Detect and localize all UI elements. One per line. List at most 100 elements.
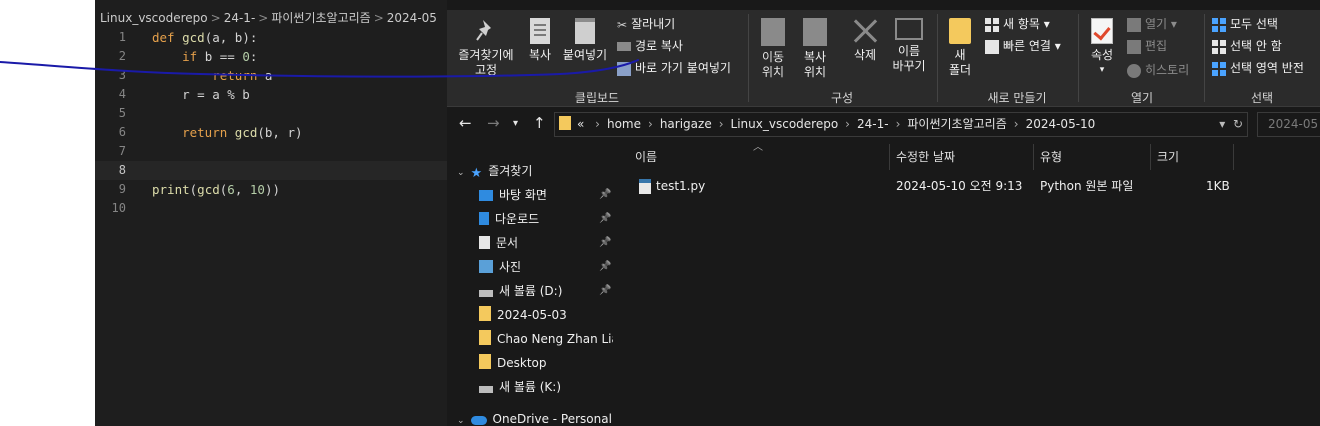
nav-item-label: 다운로드 — [495, 212, 540, 226]
file-size: 1KB — [1206, 179, 1230, 193]
column-header-type[interactable]: 유형 — [1040, 148, 1062, 170]
address-segment[interactable]: 파이썬기초알고리즘 — [907, 117, 1006, 131]
select-all-button[interactable]: 모두 선택 — [1212, 15, 1278, 33]
chevron-right-icon[interactable]: › — [845, 117, 850, 131]
column-divider[interactable] — [889, 144, 890, 170]
nav-item[interactable]: 사진 📌 — [479, 256, 615, 278]
new-folder-label: 새 폴더 — [948, 48, 972, 77]
address-bar[interactable]: « › home › harigaze › Linux_vscoderepo › 24-1- ›… — [554, 112, 1248, 137]
invert-selection-button[interactable]: 선택 영역 반전 — [1212, 59, 1304, 77]
chevron-right-icon[interactable]: › — [719, 117, 724, 131]
nav-item[interactable]: Desktop — [479, 352, 613, 374]
history-button[interactable]: 히스토리 — [1127, 61, 1189, 79]
column-divider[interactable] — [1233, 144, 1234, 170]
paste-button[interactable]: 붙여넣기 — [559, 18, 611, 63]
breadcrumb-item[interactable]: 24-1- — [224, 11, 256, 25]
breadcrumb-item[interactable]: Linux_vscoderepo — [100, 11, 208, 25]
code-line[interactable]: 4 r = a % b — [95, 85, 447, 104]
column-header-size[interactable]: 크기 — [1157, 148, 1179, 170]
file-explorer-window: 즐겨찾기에 고정 복사 붙여넣기 ✂ 잘라내기 경로 복사 바로 가기 붙여넣기 … — [447, 0, 1320, 426]
properties-button[interactable]: 속성 ▾ — [1085, 18, 1119, 78]
nav-item-label: Desktop — [497, 356, 547, 370]
code-line[interactable]: 8 — [95, 161, 447, 180]
address-segment[interactable]: harigaze — [660, 117, 712, 131]
chevron-right-icon[interactable]: › — [595, 117, 600, 131]
breadcrumb-item[interactable]: 파이썬기초알고리즘 — [271, 11, 370, 25]
forward-arrow-icon[interactable]: → — [487, 114, 500, 132]
paste-shortcut-label: 바로 가기 붙여넣기 — [635, 61, 731, 75]
onedrive-item[interactable]: ⌄ OneDrive - Personal — [457, 408, 612, 426]
nav-item-label: 새 볼륨 (D:) — [499, 284, 563, 298]
code-line[interactable]: 9 print(gcd(6, 10)) — [95, 180, 447, 199]
chevron-right-icon[interactable]: › — [1014, 117, 1019, 131]
quick-access-item[interactable]: ⌄ ★ 즐겨찾기 — [457, 160, 532, 182]
pin-to-quick-access-button[interactable]: 즐겨찾기에 고정 — [451, 18, 521, 78]
code-editor[interactable]: Linux_vscoderepo >24-1- > 파이썬기초알고리즘 >2024-05… — [95, 0, 447, 426]
paste-shortcut-button[interactable]: 바로 가기 붙여넣기 — [617, 59, 731, 77]
rename-button[interactable]: 이름 바꾸기 — [889, 18, 929, 74]
column-divider[interactable] — [1033, 144, 1034, 170]
code-line[interactable]: 3 return a — [95, 66, 447, 85]
copy-to-button[interactable]: 복사 위치 — [797, 18, 833, 80]
nav-item[interactable]: 문서 📌 — [479, 232, 612, 254]
folder-icon — [559, 116, 571, 130]
code-line[interactable]: 10 — [95, 199, 447, 218]
easy-access-button[interactable]: 빠른 연결 ▾ — [985, 37, 1061, 55]
column-divider[interactable] — [1150, 144, 1151, 170]
nav-item[interactable]: 바탕 화면 📌 — [479, 184, 615, 206]
file-name[interactable]: test1.py — [656, 176, 705, 196]
pin-icon: 📌 — [599, 261, 612, 272]
nav-item[interactable]: 새 볼륨 (D:) 📌 — [479, 280, 615, 302]
expand-chevron-icon[interactable]: ⌄ — [457, 416, 465, 426]
recent-dropdown-icon[interactable]: ▾ — [513, 118, 518, 129]
pin-icon: 📌 — [599, 189, 612, 200]
refresh-icon[interactable]: ↻ — [1233, 117, 1243, 131]
expand-chevron-icon[interactable]: ⌄ — [457, 168, 465, 178]
select-none-button[interactable]: 선택 안 함 — [1212, 37, 1282, 55]
delete-button[interactable]: 삭제 — [847, 18, 883, 63]
pin-icon: 📌 — [599, 213, 612, 224]
code-lines[interactable]: 1 def gcd(a, b): 2 if b == 0: 3 return a4 r… — [95, 28, 447, 218]
move-to-button[interactable]: 이동 위치 — [755, 18, 791, 80]
history-icon — [1127, 63, 1141, 78]
nav-item[interactable]: 다운로드 📌 — [479, 208, 611, 230]
folder-icon — [479, 306, 491, 321]
code-line[interactable]: 5 — [95, 104, 447, 123]
nav-item[interactable]: 새 볼륨 (K:) — [479, 376, 615, 398]
address-overflow[interactable]: « — [577, 117, 584, 131]
chevron-right-icon[interactable]: › — [896, 117, 901, 131]
copy-path-button[interactable]: 경로 복사 — [617, 37, 683, 55]
back-arrow-icon[interactable]: ← — [459, 114, 472, 132]
history-label: 히스토리 — [1145, 63, 1190, 77]
search-input[interactable]: 2024-05 — [1257, 112, 1320, 137]
up-arrow-icon[interactable]: ↑ — [533, 114, 546, 132]
code-line[interactable]: 7 — [95, 142, 447, 161]
new-item-button[interactable]: 새 항목 ▾ — [985, 15, 1050, 33]
code-line[interactable]: 1 def gcd(a, b): — [95, 28, 447, 47]
edit-button[interactable]: 편집 — [1127, 37, 1167, 55]
column-header-modified[interactable]: 수정한 날짜 — [896, 148, 955, 170]
address-segment[interactable]: 24-1- — [857, 117, 889, 131]
open-button[interactable]: 열기 ▾ — [1127, 15, 1177, 33]
address-segment[interactable]: Linux_vscoderepo — [731, 117, 839, 131]
new-folder-button[interactable]: 새 폴더 — [944, 18, 976, 78]
cut-button[interactable]: ✂ 잘라내기 — [617, 15, 675, 33]
breadcrumb-item[interactable]: 2024-05 — [387, 11, 437, 25]
chevron-right-icon[interactable]: › — [648, 117, 653, 131]
paste-label: 붙여넣기 — [562, 48, 608, 62]
nav-item[interactable]: 2024-05-03 — [479, 304, 613, 326]
code-token: gcd — [234, 125, 258, 140]
code-token: 0 — [242, 49, 250, 64]
code-token: print — [152, 182, 190, 197]
code-line[interactable]: 2 if b == 0: — [95, 47, 447, 66]
code-line[interactable]: 6 return gcd(b, r) — [95, 123, 447, 142]
address-dropdown-icon[interactable]: ▾ — [1219, 117, 1225, 131]
code-text: print(gcd(6, 10)) — [152, 180, 280, 199]
address-segment[interactable]: home — [607, 117, 641, 131]
line-number: 7 — [118, 144, 126, 158]
nav-item[interactable]: Chao Neng Zhan Liar — [479, 328, 613, 350]
copy-button[interactable]: 복사 — [525, 18, 555, 63]
column-header-name[interactable]: 이름 — [635, 148, 657, 170]
drive-icon — [479, 290, 493, 297]
address-segment[interactable]: 2024-05-10 — [1026, 117, 1096, 131]
